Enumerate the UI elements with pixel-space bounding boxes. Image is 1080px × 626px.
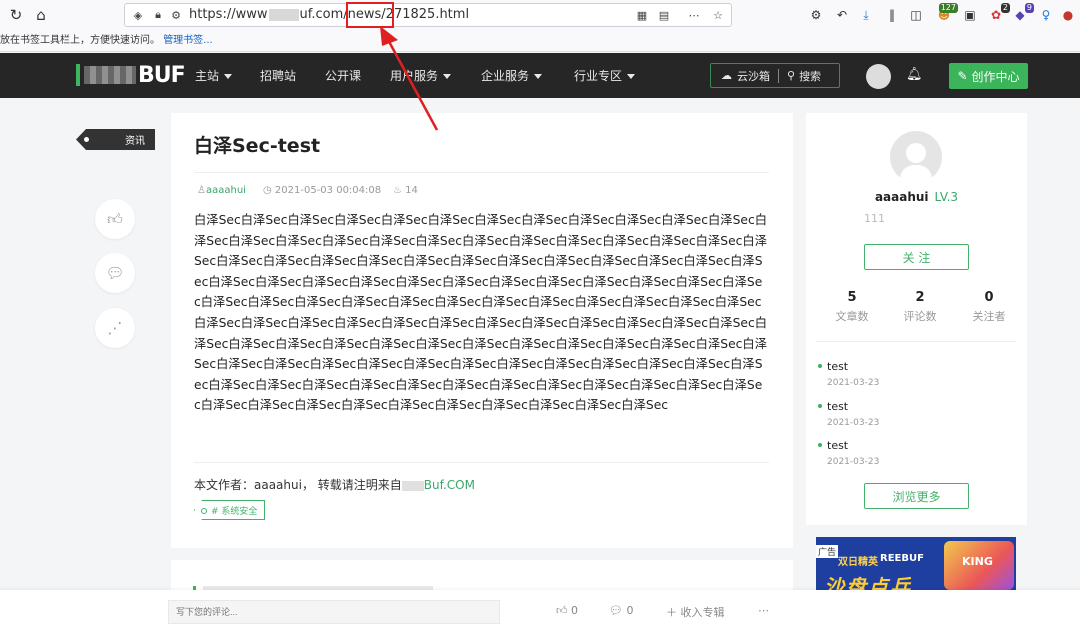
share-icon[interactable]: ⋰ bbox=[95, 308, 135, 348]
comment-count-button[interactable]: 💬︎ 0 bbox=[609, 604, 633, 617]
recent-article[interactable]: test 2021-03-23 bbox=[818, 400, 879, 428]
nav-enterprise[interactable]: 企业服务 bbox=[481, 67, 543, 84]
edit-icon: ✎ bbox=[957, 69, 968, 83]
bookmark-notice: 放在书签工具栏上，方便快速访问。 bbox=[0, 35, 160, 46]
site-logo[interactable]: BUF bbox=[76, 63, 186, 88]
home-icon[interactable]: ⌂ bbox=[32, 6, 50, 24]
reader-view-icon[interactable]: ▤ bbox=[657, 8, 671, 22]
sandbox-search-group: ☁ 云沙箱 ⚲ 搜索 bbox=[710, 63, 840, 88]
shield-icon[interactable]: ◈ bbox=[131, 8, 145, 22]
location-pin-icon[interactable]: ♀ bbox=[1038, 7, 1054, 23]
divider bbox=[816, 341, 1016, 342]
nav-industry[interactable]: 行业专区 bbox=[574, 67, 636, 84]
author-card: aaaahui LV.3 111 关 注 5 文章数 2 评论数 0 关注者 te… bbox=[806, 113, 1027, 525]
profile-icon[interactable]: ● bbox=[1060, 7, 1076, 23]
like-icon: 👍︎ bbox=[556, 604, 571, 617]
logo-mark bbox=[76, 64, 80, 86]
author-level: LV.3 bbox=[934, 190, 959, 204]
user-icon: ♙ bbox=[197, 185, 206, 196]
extension-icon[interactable]: ☻ 127 bbox=[936, 3, 958, 23]
article-title: 白泽Sec-test bbox=[194, 135, 321, 157]
permissions-icon[interactable]: ⚙ bbox=[169, 8, 183, 22]
search-button[interactable]: 搜索 bbox=[799, 68, 821, 84]
more-actions-icon[interactable]: ⋯ bbox=[687, 8, 701, 22]
reload-icon[interactable]: ↻ bbox=[7, 6, 25, 24]
nav-main-site[interactable]: 主站 bbox=[195, 67, 233, 84]
qr-code-icon[interactable]: ▦ bbox=[635, 8, 649, 22]
bottom-action-bar: 👍︎ 0 💬︎ 0 ＋ 收入专辑 ⋯ bbox=[0, 590, 1080, 626]
article-author[interactable]: ♙aaaahui bbox=[197, 185, 246, 196]
follow-button[interactable]: 关 注 bbox=[864, 244, 969, 270]
redacted-domain bbox=[401, 480, 424, 491]
user-avatar[interactable] bbox=[866, 64, 891, 89]
stat-articles[interactable]: 5 文章数 bbox=[822, 290, 882, 324]
article-date: ◷ 2021-05-03 00:04:08 bbox=[263, 185, 382, 196]
category-tag[interactable]: 资讯 bbox=[76, 129, 155, 150]
address-bar[interactable]: ◈ 🔒︎ ⚙ https://www uf.com/news/271825.htm… bbox=[124, 3, 732, 27]
library-icon[interactable]: ‖ bbox=[884, 7, 900, 23]
stat-comments[interactable]: 2 评论数 bbox=[890, 290, 950, 324]
extension-icon[interactable]: ◆ 9 bbox=[1012, 3, 1034, 23]
article-views: ♨ 14 bbox=[393, 185, 418, 196]
fire-icon: ♨ bbox=[393, 185, 406, 196]
undo-icon[interactable]: ↶ bbox=[834, 7, 850, 23]
chevron-down-icon bbox=[627, 74, 636, 79]
nav-courses[interactable]: 公开课 bbox=[325, 67, 361, 84]
more-icon[interactable]: ⋯ bbox=[758, 604, 769, 617]
download-icon[interactable]: ⤓ bbox=[858, 7, 874, 23]
collect-button[interactable]: ＋ 收入专辑 bbox=[666, 604, 725, 620]
chevron-down-icon bbox=[534, 74, 543, 79]
divider bbox=[194, 172, 769, 173]
author-avatar[interactable] bbox=[890, 131, 942, 183]
bookmark-toolbar: 放在书签工具栏上，方便快速访问。 管理书签... bbox=[0, 30, 1080, 52]
chevron-down-icon bbox=[224, 74, 233, 79]
sandbox-link[interactable]: 云沙箱 bbox=[737, 68, 770, 84]
like-icon[interactable]: 👍︎ bbox=[95, 199, 135, 239]
bookmark-star-icon[interactable]: ☆ bbox=[711, 8, 725, 22]
bell-icon[interactable]: 🔔︎ bbox=[906, 67, 923, 82]
redacted-logo bbox=[84, 66, 136, 84]
manage-bookmarks-link[interactable]: 管理书签... bbox=[163, 35, 213, 46]
author-name[interactable]: aaaahui LV.3 bbox=[806, 190, 1027, 204]
nav-user-services[interactable]: 用户服务 bbox=[390, 67, 452, 84]
create-center-button[interactable]: ✎ 创作中心 bbox=[949, 63, 1028, 89]
cloud-icon: ☁ bbox=[721, 69, 732, 82]
clock-icon: ◷ bbox=[263, 185, 275, 196]
redacted-domain bbox=[268, 8, 299, 21]
stat-followers[interactable]: 0 关注者 bbox=[959, 290, 1019, 324]
recent-article[interactable]: test 2021-03-23 bbox=[818, 360, 879, 388]
source-link[interactable]: Buf.COM bbox=[424, 478, 475, 492]
extension-icon[interactable]: ✿ 2 bbox=[988, 3, 1010, 23]
topic-tag[interactable]: # 系统安全 bbox=[194, 500, 266, 520]
extension-icon[interactable]: ▣ bbox=[962, 7, 978, 23]
like-button[interactable]: 👍︎ 0 bbox=[556, 604, 578, 617]
ad-label: 广告 bbox=[816, 545, 839, 558]
site-header: BUF 主站 招聘站 公开课 用户服务 企业服务 行业专区 ☁ 云沙箱 ⚲ 搜索… bbox=[0, 53, 1080, 98]
article-body: 白泽Sec白泽Sec白泽Sec白泽Sec白泽Sec白泽Sec白泽Sec白泽Sec… bbox=[194, 213, 768, 413]
browse-more-button[interactable]: 浏览更多 bbox=[864, 483, 969, 509]
url-id-highlight-box bbox=[346, 2, 394, 28]
url-text: https://www uf.com/news/271825.html bbox=[189, 7, 470, 22]
comment-icon: 💬︎ bbox=[609, 604, 627, 617]
settings-gear-icon[interactable]: ⚙ bbox=[808, 7, 824, 23]
sidebar-icon[interactable]: ◫ bbox=[908, 7, 924, 23]
browser-toolbar: ↻ ⌂ ◈ 🔒︎ ⚙ https://www uf.com/news/271825… bbox=[0, 0, 1080, 30]
ad-banner[interactable]: 广告 双日精英 REEBUF 沙盘点兵 KING bbox=[816, 537, 1016, 590]
comment-icon[interactable]: 💬︎ bbox=[95, 253, 135, 293]
ad-illustration: KING bbox=[944, 541, 1014, 590]
article-credit: 本文作者：aaaahui， 转载请注明来自 Buf.COM bbox=[194, 478, 475, 492]
article-card: 白泽Sec-test ♙aaaahui ◷ 2021-05-03 00:04:0… bbox=[171, 113, 793, 548]
search-icon: ⚲ bbox=[787, 69, 796, 82]
author-bio: 111 bbox=[864, 212, 885, 225]
plus-icon: ＋ bbox=[666, 606, 681, 619]
divider bbox=[194, 462, 769, 463]
chevron-down-icon bbox=[443, 74, 452, 79]
nav-jobs[interactable]: 招聘站 bbox=[260, 67, 296, 84]
recent-article[interactable]: test 2021-03-23 bbox=[818, 439, 879, 467]
lock-icon[interactable]: 🔒︎ bbox=[151, 8, 165, 22]
comment-input[interactable] bbox=[168, 600, 500, 624]
